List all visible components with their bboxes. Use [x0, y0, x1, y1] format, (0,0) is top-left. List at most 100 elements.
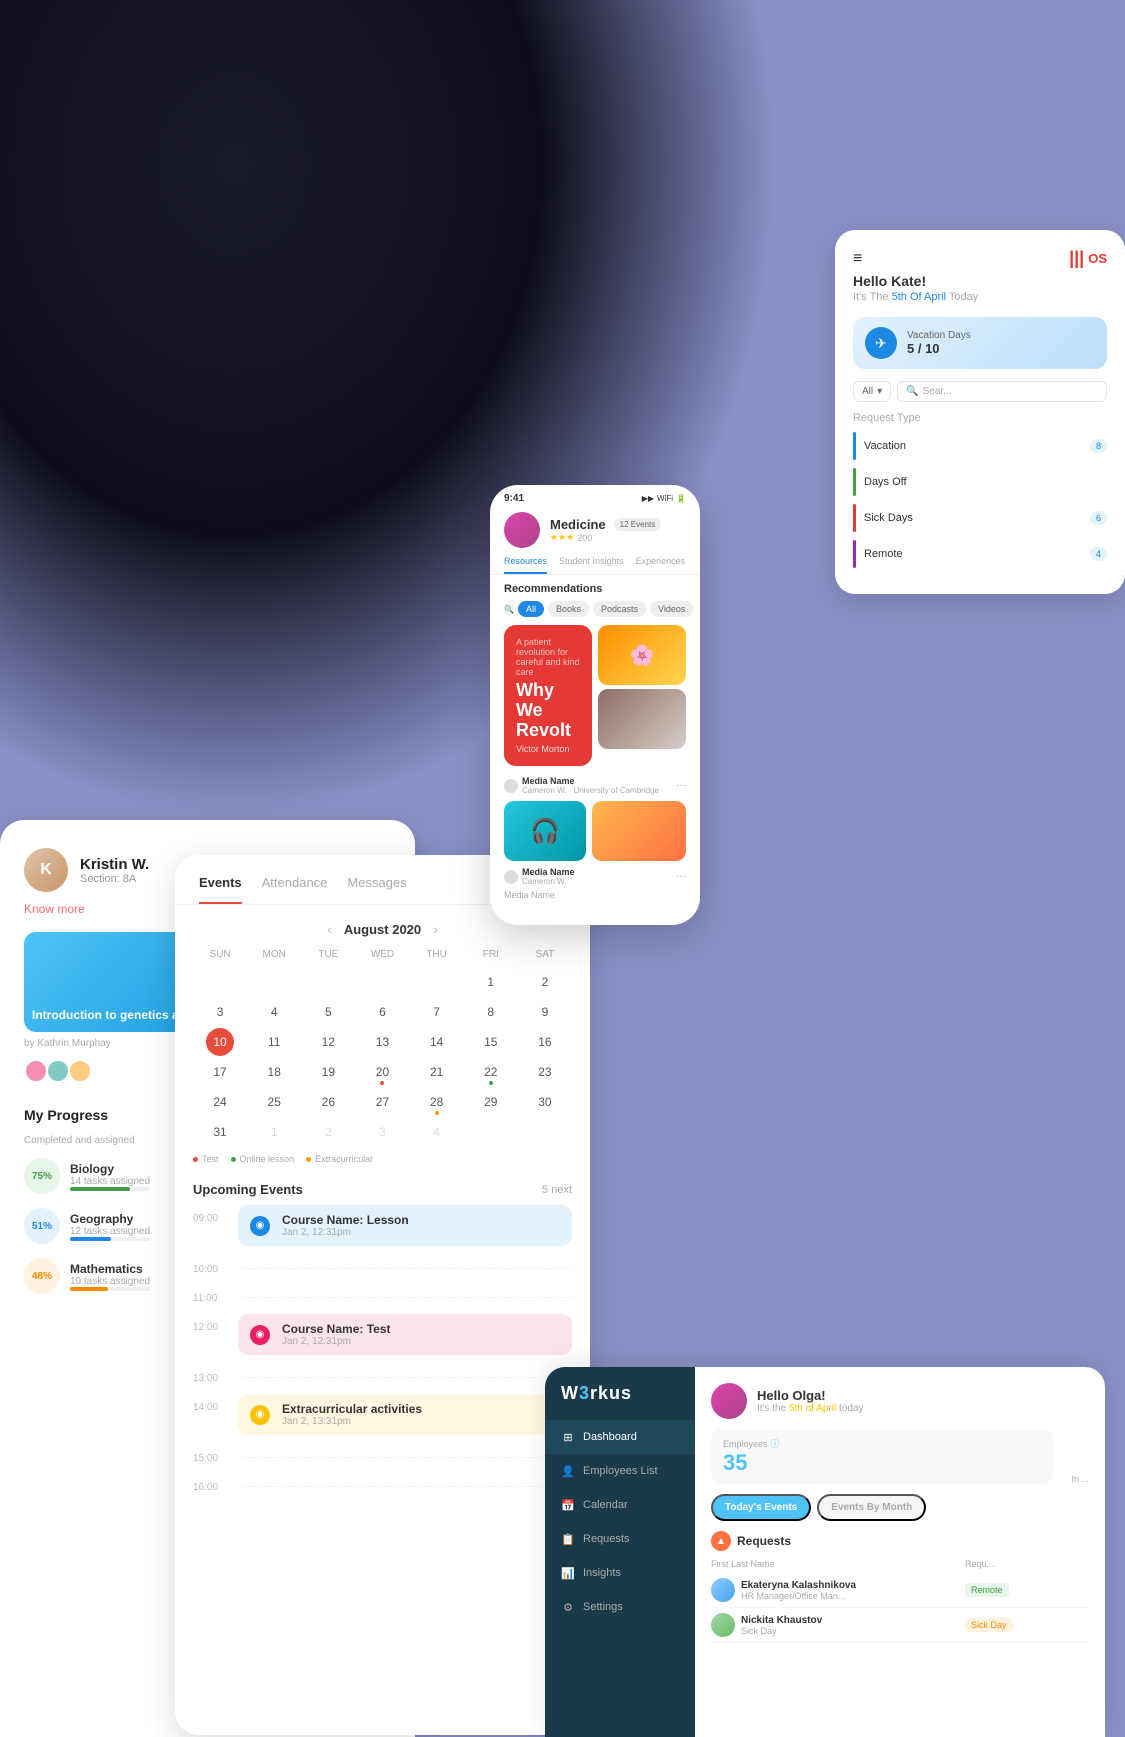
filter-search-icon[interactable]: 🔍 [504, 601, 514, 617]
med-tab-experiences[interactable]: Experiences [636, 556, 686, 574]
event-name-2: Extracurricular activities [282, 1402, 422, 1416]
cal-date[interactable]: 2 [531, 968, 559, 996]
cal-date[interactable] [206, 968, 234, 996]
nav-dashboard[interactable]: ⊞ Dashboard [545, 1420, 695, 1454]
cal-date[interactable]: 21 [423, 1058, 451, 1086]
workus-card: W3rkus ⊞ Dashboard 👤 Employees List 📅 Ca… [545, 1367, 1105, 1737]
cal-date[interactable]: 12 [314, 1028, 342, 1056]
hr-vacation-card: ✈ Vacation Days 5 / 10 [853, 317, 1107, 369]
nav-calendar[interactable]: 📅 Calendar [545, 1488, 695, 1522]
cal-date[interactable]: 1 [260, 1118, 288, 1146]
cal-date[interactable]: 27 [368, 1088, 396, 1116]
med-nav-tabs: Resources Student Insights Experiences [490, 556, 700, 575]
event-row-0: 09:00 ◉ Course Name: Lesson Jan 2, 12:31… [193, 1205, 572, 1246]
know-more-link[interactable]: Know more [24, 902, 85, 916]
med-tab-resources[interactable]: Resources [504, 556, 547, 574]
prev-month-button[interactable]: ‹ [327, 921, 332, 937]
filter-all[interactable]: All [518, 601, 544, 617]
cal-date[interactable] [368, 968, 396, 996]
cal-date[interactable]: 17 [206, 1058, 234, 1086]
tab-events[interactable]: Events [199, 875, 242, 904]
tab-attendance[interactable]: Attendance [262, 875, 328, 904]
cal-date[interactable]: 22 [477, 1058, 505, 1086]
media-card-small-1: 🌸 [598, 625, 686, 685]
more-icon-1[interactable]: ··· [676, 780, 686, 791]
cal-date[interactable]: 25 [260, 1088, 288, 1116]
event-time-1: 10:00 [193, 1256, 228, 1275]
event-date-1: Jan 2, 12:31pm [282, 1336, 390, 1347]
event-row-1: 10:00 [193, 1256, 572, 1275]
course-avatar-3 [68, 1059, 92, 1083]
cal-date[interactable]: 19 [314, 1058, 342, 1086]
more-icon-2[interactable]: ··· [676, 871, 686, 882]
cal-date[interactable]: 24 [206, 1088, 234, 1116]
event-pill-0: ◉ Course Name: Lesson Jan 2, 12:31pm [238, 1205, 572, 1246]
cal-date[interactable]: 16 [531, 1028, 559, 1056]
cal-date[interactable]: 3 [368, 1118, 396, 1146]
hr-filter-select[interactable]: All ▾ [853, 381, 891, 402]
cal-date[interactable]: 20 [368, 1058, 396, 1086]
cal-date[interactable] [477, 1118, 505, 1146]
hr-menu-icon[interactable]: ≡ [853, 250, 862, 268]
cal-date[interactable]: 4 [423, 1118, 451, 1146]
phone-time: 9:41 [504, 493, 524, 504]
cal-date[interactable]: 14 [423, 1028, 451, 1056]
course-avatar-2 [46, 1059, 70, 1083]
events-by-month-button[interactable]: Events By Month [817, 1494, 926, 1521]
today-events-button[interactable]: Today's Events [711, 1494, 811, 1521]
hr-greeting: Hello Kate! [853, 273, 1107, 289]
cal-date[interactable]: 13 [368, 1028, 396, 1056]
cal-date[interactable]: 6 [368, 998, 396, 1026]
cal-date[interactable]: 11 [260, 1028, 288, 1056]
hr-search-box[interactable]: 🔍 Sear... [897, 381, 1107, 402]
employees-stat: Employees ⓘ 35 [711, 1429, 1053, 1484]
cal-date[interactable]: 9 [531, 998, 559, 1026]
cal-date[interactable]: 4 [260, 998, 288, 1026]
event-time-5: 14:00 [193, 1394, 228, 1413]
req-label-remote: Remote [864, 548, 1082, 560]
cal-date[interactable]: 30 [531, 1088, 559, 1116]
cal-date[interactable]: 7 [423, 998, 451, 1026]
cal-date[interactable]: 1 [477, 968, 505, 996]
cal-date-today[interactable]: 10 [206, 1028, 234, 1056]
legend-test: Test [193, 1154, 219, 1164]
next-month-button[interactable]: › [433, 921, 438, 937]
event-row-6: 15:00 [193, 1445, 572, 1464]
workus-main: Hello Olga! It's the 5th of April today … [695, 1367, 1105, 1737]
cal-date[interactable] [423, 968, 451, 996]
media-card-warm [592, 801, 686, 861]
cal-date[interactable]: 2 [314, 1118, 342, 1146]
card-author-large: Victor Morton [516, 744, 580, 754]
cal-date[interactable] [314, 968, 342, 996]
cal-date[interactable]: 18 [260, 1058, 288, 1086]
cal-date[interactable]: 28 [423, 1088, 451, 1116]
cal-date[interactable]: 8 [477, 998, 505, 1026]
calendar-card: Events Attendance Messages ‹ August 2020… [175, 855, 590, 1735]
nav-requests[interactable]: 📋 Requests [545, 1522, 695, 1556]
cal-date[interactable] [531, 1118, 559, 1146]
cal-date[interactable]: 3 [206, 998, 234, 1026]
filter-books[interactable]: Books [548, 601, 589, 617]
cal-date[interactable]: 31 [206, 1118, 234, 1146]
med-tab-insights[interactable]: Student Insights [559, 556, 624, 574]
cal-date[interactable]: 5 [314, 998, 342, 1026]
workus-table-row-1: Nickita Khaustov Sick Day Sick Day [711, 1608, 1089, 1643]
cal-date[interactable]: 23 [531, 1058, 559, 1086]
settings-icon: ⚙ [561, 1600, 575, 1614]
tab-messages[interactable]: Messages [347, 875, 406, 904]
nav-settings[interactable]: ⚙ Settings [545, 1590, 695, 1624]
cal-date[interactable]: 29 [477, 1088, 505, 1116]
cal-date[interactable] [260, 968, 288, 996]
legend-online: Online lesson [231, 1154, 295, 1164]
nav-employees[interactable]: 👤 Employees List [545, 1454, 695, 1488]
day-sun: SUN [193, 945, 247, 964]
cal-date[interactable]: 26 [314, 1088, 342, 1116]
hr-date: It's The 5th Of April Today [853, 291, 1107, 303]
filter-videos[interactable]: Videos [650, 601, 693, 617]
media-name-1: Media Name [522, 776, 659, 786]
media-footer: Media Name [490, 888, 700, 904]
filter-podcasts[interactable]: Podcasts [593, 601, 646, 617]
media-card-large: A patient revolution for careful and kin… [504, 625, 592, 766]
nav-insights[interactable]: 📊 Insights [545, 1556, 695, 1590]
cal-date[interactable]: 15 [477, 1028, 505, 1056]
